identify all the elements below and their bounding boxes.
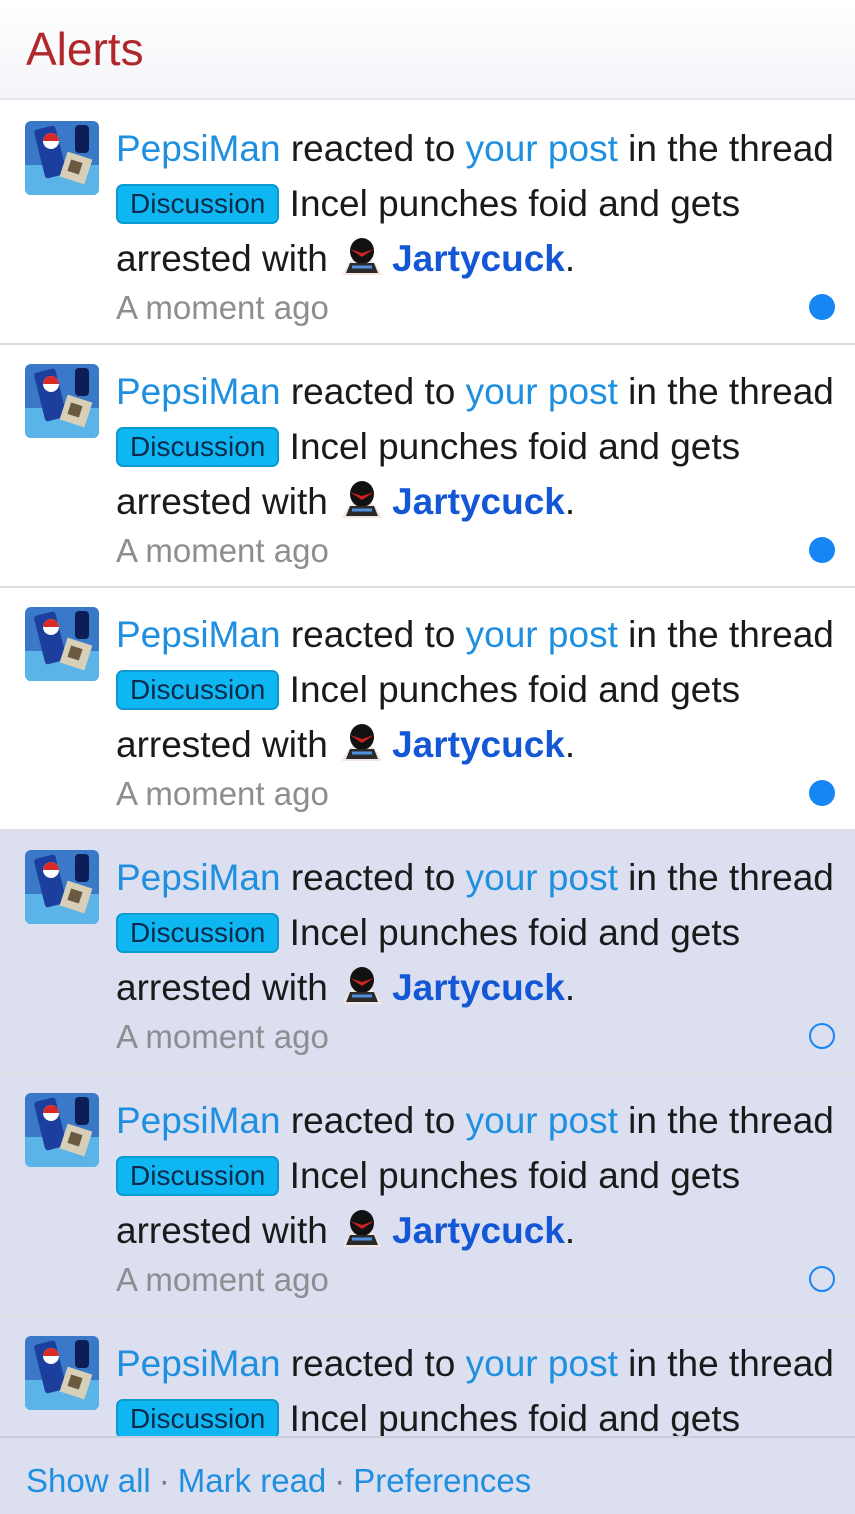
alert-item[interactable]: PepsiMan reacted to your post in the thr…	[0, 102, 855, 345]
thread-prefix-badge[interactable]: Discussion	[116, 427, 280, 467]
thread-prefix-badge[interactable]: Discussion	[116, 1156, 280, 1196]
alerts-header: Alerts	[0, 0, 855, 100]
footer-separator: ·	[334, 1462, 346, 1499]
alert-in-text: in the thread	[628, 857, 834, 898]
mark-read-link[interactable]: Mark read	[178, 1462, 327, 1499]
actor-link[interactable]: PepsiMan	[116, 1343, 281, 1384]
alert-item[interactable]: PepsiMan reacted to your post in the thr…	[0, 1317, 855, 1436]
alert-timestamp: A moment ago	[116, 1261, 329, 1298]
alert-period: .	[564, 481, 576, 522]
username-link[interactable]: Jartycuck	[392, 238, 565, 279]
alert-timestamp: A moment ago	[116, 1018, 329, 1055]
alert-timestamp: A moment ago	[116, 532, 329, 569]
alert-in-text: in the thread	[628, 371, 834, 412]
alert-item[interactable]: PepsiMan reacted to your post in the thr…	[0, 831, 855, 1074]
avatar[interactable]	[25, 364, 99, 438]
alert-action-text: reacted to	[290, 614, 456, 655]
unread-status-dot-icon[interactable]	[809, 780, 835, 806]
thread-prefix-badge[interactable]: Discussion	[116, 184, 280, 224]
actor-link[interactable]: PepsiMan	[116, 371, 281, 412]
pepsiman-avatar-icon	[25, 121, 99, 195]
post-link[interactable]: your post	[466, 857, 618, 898]
alert-period: .	[564, 238, 576, 279]
username-link[interactable]: Jartycuck	[392, 481, 565, 522]
jartycuck-avatar-icon	[342, 238, 383, 275]
alert-timestamp: A moment ago	[116, 289, 329, 326]
alert-in-text: in the thread	[628, 128, 834, 169]
alert-period: .	[564, 967, 576, 1008]
alerts-panel: Alerts PepsiMan reacted to your post in …	[0, 0, 855, 1514]
alert-in-text: in the thread	[628, 1343, 834, 1384]
jartycuck-avatar-icon	[342, 481, 383, 518]
thread-prefix-badge[interactable]: Discussion	[116, 1399, 280, 1436]
post-link[interactable]: your post	[466, 1100, 618, 1141]
actor-link[interactable]: PepsiMan	[116, 1100, 281, 1141]
pepsiman-avatar-icon	[25, 364, 99, 438]
username-link[interactable]: Jartycuck	[392, 967, 565, 1008]
jartycuck-avatar-icon	[342, 724, 383, 761]
show-all-link[interactable]: Show all	[26, 1462, 151, 1499]
alert-item[interactable]: PepsiMan reacted to your post in the thr…	[0, 345, 855, 588]
alert-text: PepsiMan reacted to your post in the thr…	[116, 850, 836, 1059]
actor-link[interactable]: PepsiMan	[116, 614, 281, 655]
post-link[interactable]: your post	[466, 1343, 618, 1384]
unread-status-dot-icon[interactable]	[809, 537, 835, 563]
alert-action-text: reacted to	[290, 128, 456, 169]
post-link[interactable]: your post	[466, 614, 618, 655]
alert-action-text: reacted to	[290, 1100, 456, 1141]
alert-text: PepsiMan reacted to your post in the thr…	[116, 1093, 836, 1302]
alert-item[interactable]: PepsiMan reacted to your post in the thr…	[0, 1074, 855, 1317]
pepsiman-avatar-icon	[25, 850, 99, 924]
avatar[interactable]	[25, 121, 99, 195]
unread-status-dot-icon[interactable]	[809, 294, 835, 320]
alert-text: PepsiMan reacted to your post in the thr…	[116, 364, 836, 573]
jartycuck-avatar-icon	[342, 967, 383, 1004]
alert-in-text: in the thread	[628, 614, 834, 655]
pepsiman-avatar-icon	[25, 1093, 99, 1167]
jartycuck-avatar-icon	[342, 1210, 383, 1247]
alert-in-text: in the thread	[628, 1100, 834, 1141]
alert-action-text: reacted to	[290, 857, 456, 898]
actor-link[interactable]: PepsiMan	[116, 128, 281, 169]
username-link[interactable]: Jartycuck	[392, 1210, 565, 1251]
read-status-circle-icon[interactable]	[809, 1023, 835, 1049]
alert-action-text: reacted to	[290, 371, 456, 412]
alert-text: PepsiMan reacted to your post in the thr…	[116, 607, 836, 816]
avatar[interactable]	[25, 607, 99, 681]
preferences-link[interactable]: Preferences	[353, 1462, 531, 1499]
thread-prefix-badge[interactable]: Discussion	[116, 913, 280, 953]
post-link[interactable]: your post	[466, 371, 618, 412]
alert-item[interactable]: PepsiMan reacted to your post in the thr…	[0, 588, 855, 831]
avatar[interactable]	[25, 1336, 99, 1410]
page-title: Alerts	[26, 23, 144, 75]
alert-period: .	[564, 724, 576, 765]
alert-action-text: reacted to	[290, 1343, 456, 1384]
post-link[interactable]: your post	[466, 128, 618, 169]
actor-link[interactable]: PepsiMan	[116, 857, 281, 898]
alert-list: PepsiMan reacted to your post in the thr…	[0, 102, 855, 1436]
thread-prefix-badge[interactable]: Discussion	[116, 670, 280, 710]
alert-text: PepsiMan reacted to your post in the thr…	[116, 121, 836, 330]
read-status-circle-icon[interactable]	[809, 1266, 835, 1292]
footer-separator: ·	[158, 1462, 170, 1499]
pepsiman-avatar-icon	[25, 607, 99, 681]
avatar[interactable]	[25, 850, 99, 924]
alert-text: PepsiMan reacted to your post in the thr…	[116, 1336, 836, 1436]
pepsiman-avatar-icon	[25, 1336, 99, 1410]
alerts-footer: Show all · Mark read · Preferences	[0, 1436, 855, 1514]
alert-period: .	[564, 1210, 576, 1251]
avatar[interactable]	[25, 1093, 99, 1167]
username-link[interactable]: Jartycuck	[392, 724, 565, 765]
alert-timestamp: A moment ago	[116, 775, 329, 812]
